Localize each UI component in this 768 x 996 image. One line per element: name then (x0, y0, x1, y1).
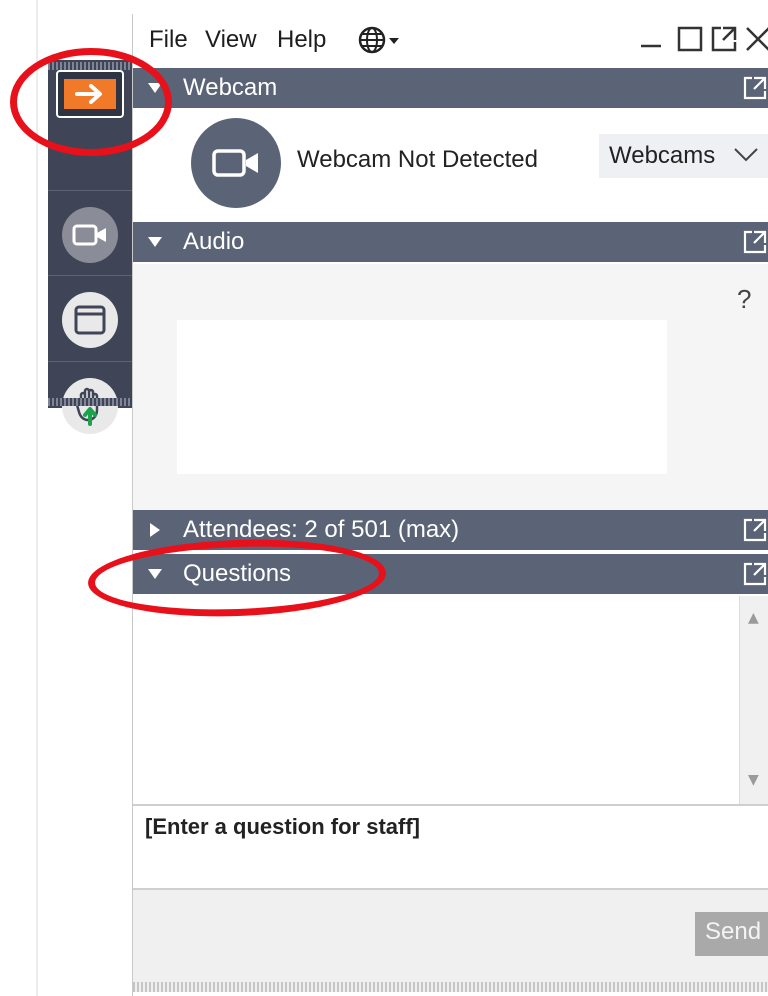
raise-hand-icon (62, 378, 118, 434)
webcam-panel-title: Webcam (183, 74, 278, 101)
camera-icon (62, 207, 118, 263)
popout-icon (711, 26, 737, 52)
webcam-select[interactable]: Webcams (599, 134, 768, 178)
sidebar-screen-button[interactable] (48, 276, 132, 362)
audio-panel-title: Audio (183, 228, 245, 255)
audio-panel-header[interactable]: Audio (133, 222, 768, 262)
expand-triangle-icon (150, 523, 160, 537)
audio-help-button[interactable]: ? (737, 284, 751, 315)
menu-view[interactable]: View (205, 26, 257, 54)
annotation-circle-collapse (10, 48, 172, 156)
control-panel-window: File View Help Webcam Webcam Not Detecte… (132, 14, 768, 996)
window-bottom-grip[interactable] (133, 982, 768, 992)
menu-file[interactable]: File (149, 26, 188, 54)
scroll-down-icon[interactable]: ▼ (748, 772, 759, 788)
audio-panel-body: ? (133, 264, 768, 522)
camera-icon (212, 149, 258, 177)
minimize-button[interactable] (639, 18, 663, 57)
maximize-icon (677, 26, 703, 52)
collapse-triangle-icon (148, 237, 162, 247)
close-icon (746, 27, 768, 51)
webcam-panel-header[interactable]: Webcam (133, 68, 768, 108)
question-input-placeholder: [Enter a question for staff] (145, 814, 421, 839)
popout-icon[interactable] (743, 230, 767, 254)
minimize-icon (641, 44, 661, 48)
popout-window-button[interactable] (711, 26, 737, 59)
questions-log[interactable]: ▲ ▼ (133, 596, 768, 804)
send-button[interactable]: Send (695, 912, 768, 956)
language-menu-button[interactable] (357, 24, 409, 56)
webcam-status-text: Webcam Not Detected (297, 146, 538, 173)
menu-help[interactable]: Help (277, 26, 326, 54)
audio-content-area (177, 320, 667, 474)
popout-icon[interactable] (743, 518, 767, 542)
menubar: File View Help (133, 14, 768, 66)
questions-scrollbar[interactable]: ▲ ▼ (739, 596, 768, 804)
webcam-share-button[interactable] (191, 118, 281, 208)
webcam-select-value: Webcams (609, 142, 716, 169)
window-shadow (36, 0, 38, 996)
questions-footer: Send (133, 890, 768, 982)
sidebar-webcam-button[interactable] (48, 190, 132, 276)
sidebar-grip-bottom[interactable] (48, 398, 132, 406)
chevron-down-icon (734, 148, 758, 162)
question-input-box[interactable]: [Enter a question for staff] (133, 804, 768, 890)
globe-icon (358, 26, 399, 54)
scroll-up-icon[interactable]: ▲ (748, 610, 759, 626)
close-button[interactable] (745, 26, 768, 59)
maximize-button[interactable] (677, 26, 703, 59)
webcam-panel-body: Webcam Not Detected Webcams (133, 108, 768, 222)
popout-icon[interactable] (743, 562, 767, 586)
popout-icon[interactable] (743, 76, 767, 100)
screen-icon (62, 292, 118, 348)
